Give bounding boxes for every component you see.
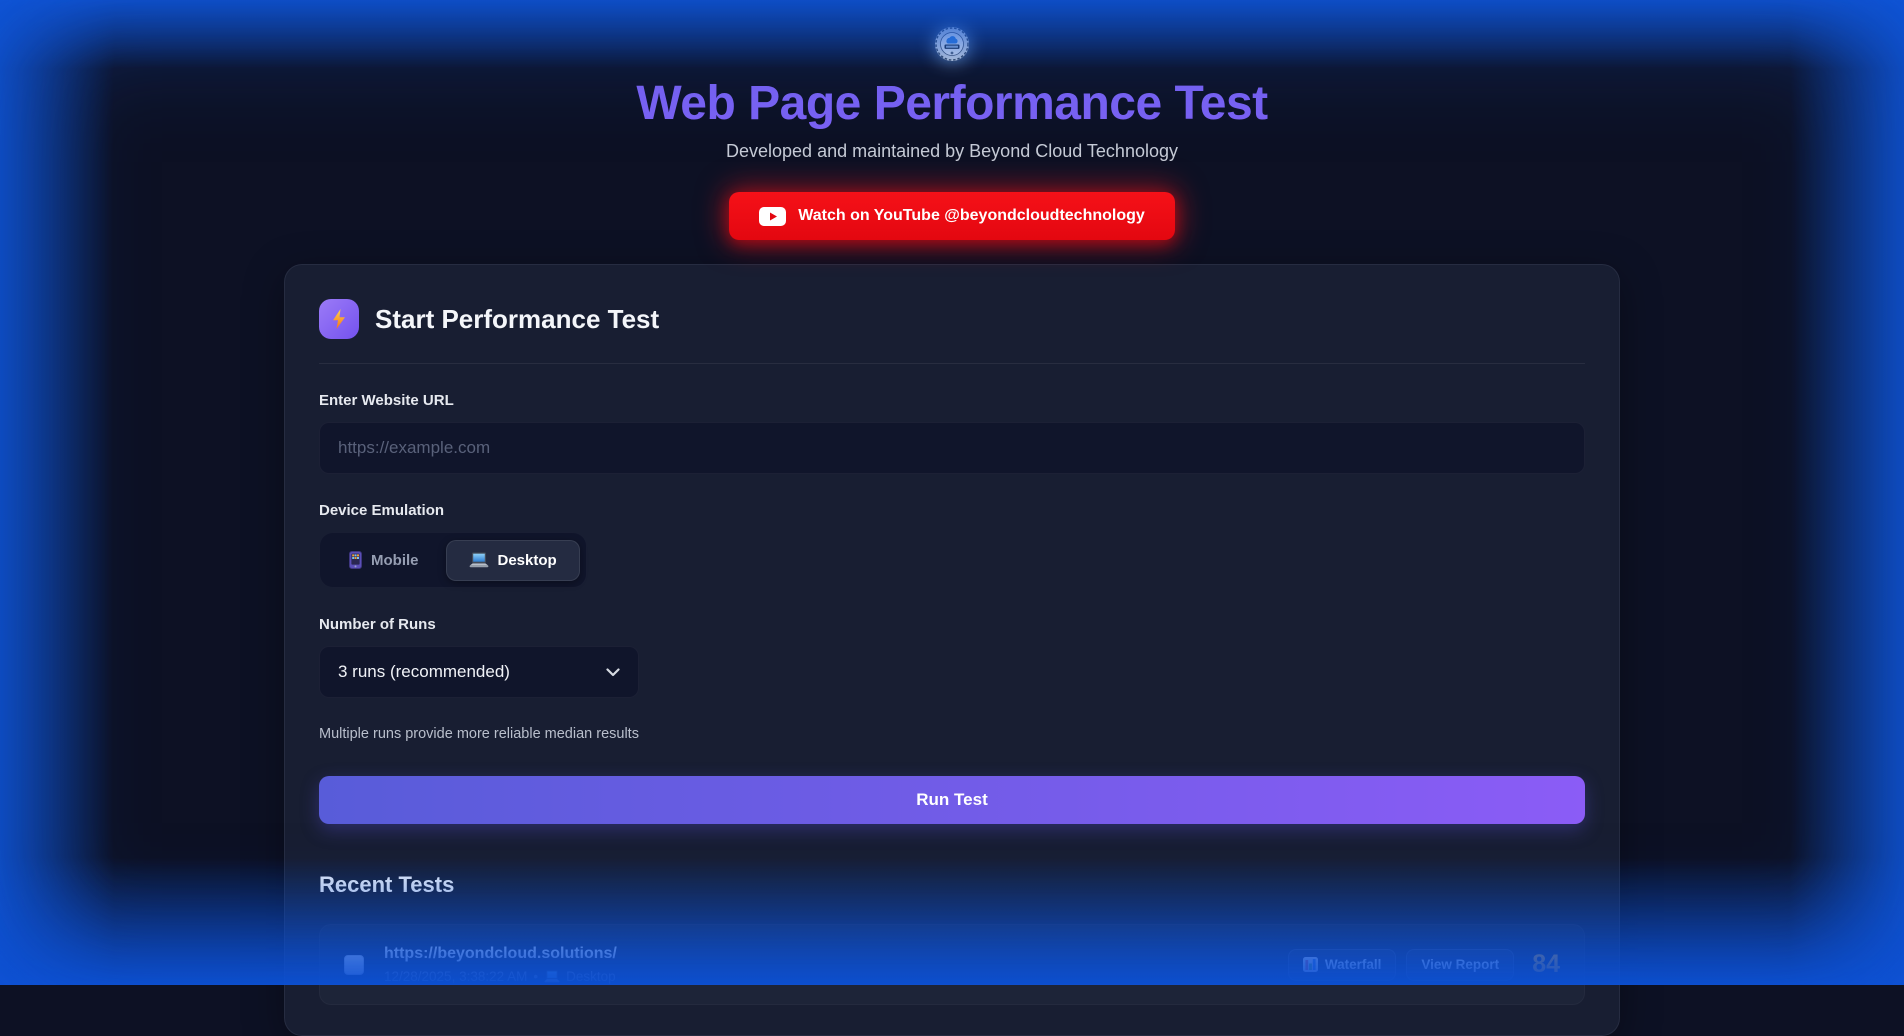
test-row-timestamp: 12/28/2025, 3:38:22 AM: [384, 969, 527, 984]
youtube-button-label: Watch on YouTube @beyondcloudtechnology: [798, 207, 1145, 225]
runs-select-value: 3 runs (recommended): [338, 662, 510, 682]
waterfall-button[interactable]: Waterfall: [1288, 949, 1397, 981]
beyond-cloud-logo: [934, 26, 970, 62]
mobile-phone-icon: [349, 551, 362, 569]
youtube-play-icon: [759, 207, 786, 226]
meta-separator: •: [533, 969, 538, 984]
test-row-device: Desktop: [566, 969, 616, 984]
waterfall-button-label: Waterfall: [1325, 957, 1382, 972]
url-label: Enter Website URL: [319, 392, 1585, 409]
card-title: Start Performance Test: [375, 304, 659, 335]
device-toggle-group: Mobile D: [319, 532, 587, 588]
runs-field-group: Number of Runs 3 runs (recommended) Mult…: [319, 616, 1585, 742]
test-row-checkbox[interactable]: [344, 955, 364, 975]
page-header: Web Page Performance Test Developed and …: [284, 26, 1620, 240]
test-row-url: https://beyondcloud.solutions/: [384, 945, 1268, 963]
bolt-badge: [319, 299, 359, 339]
laptop-icon: [544, 970, 560, 983]
card-header: Start Performance Test: [319, 299, 1585, 339]
runs-label: Number of Runs: [319, 616, 1585, 633]
device-label: Device Emulation: [319, 502, 1585, 519]
performance-test-page: Web Page Performance Test Developed and …: [284, 0, 1620, 1036]
lightning-bolt-icon: [329, 308, 349, 330]
bar-chart-icon: [1303, 957, 1318, 972]
url-field-group: Enter Website URL: [319, 392, 1585, 474]
test-row-actions: Waterfall View Report 84: [1288, 949, 1560, 981]
device-field-group: Device Emulation Mobile: [319, 502, 1585, 588]
recent-test-row: https://beyondcloud.solutions/ 12/28/202…: [319, 924, 1585, 1005]
device-option-label: Mobile: [371, 552, 419, 569]
device-option-desktop[interactable]: Desktop: [446, 540, 580, 581]
chevron-down-icon: [606, 668, 620, 677]
performance-test-card: Start Performance Test Enter Website URL…: [284, 264, 1620, 1036]
performance-score-badge: 84: [1532, 950, 1560, 979]
runs-select[interactable]: 3 runs (recommended): [319, 646, 639, 698]
recent-tests-heading: Recent Tests: [319, 872, 1585, 898]
run-test-button[interactable]: Run Test: [319, 776, 1585, 824]
view-report-button[interactable]: View Report: [1406, 949, 1514, 981]
website-url-input[interactable]: [319, 422, 1585, 474]
youtube-button[interactable]: Watch on YouTube @beyondcloudtechnology: [729, 192, 1175, 240]
laptop-icon: [469, 552, 489, 568]
page-subtitle: Developed and maintained by Beyond Cloud…: [284, 141, 1620, 162]
test-row-info: https://beyondcloud.solutions/ 12/28/202…: [384, 945, 1268, 984]
device-option-label: Desktop: [498, 552, 557, 569]
runs-hint: Multiple runs provide more reliable medi…: [319, 726, 1585, 742]
divider: [319, 363, 1585, 364]
test-row-meta: 12/28/2025, 3:38:22 AM • Desktop: [384, 969, 1268, 984]
view-report-button-label: View Report: [1421, 957, 1499, 972]
device-option-mobile[interactable]: Mobile: [326, 539, 442, 581]
page-title: Web Page Performance Test: [284, 76, 1620, 131]
